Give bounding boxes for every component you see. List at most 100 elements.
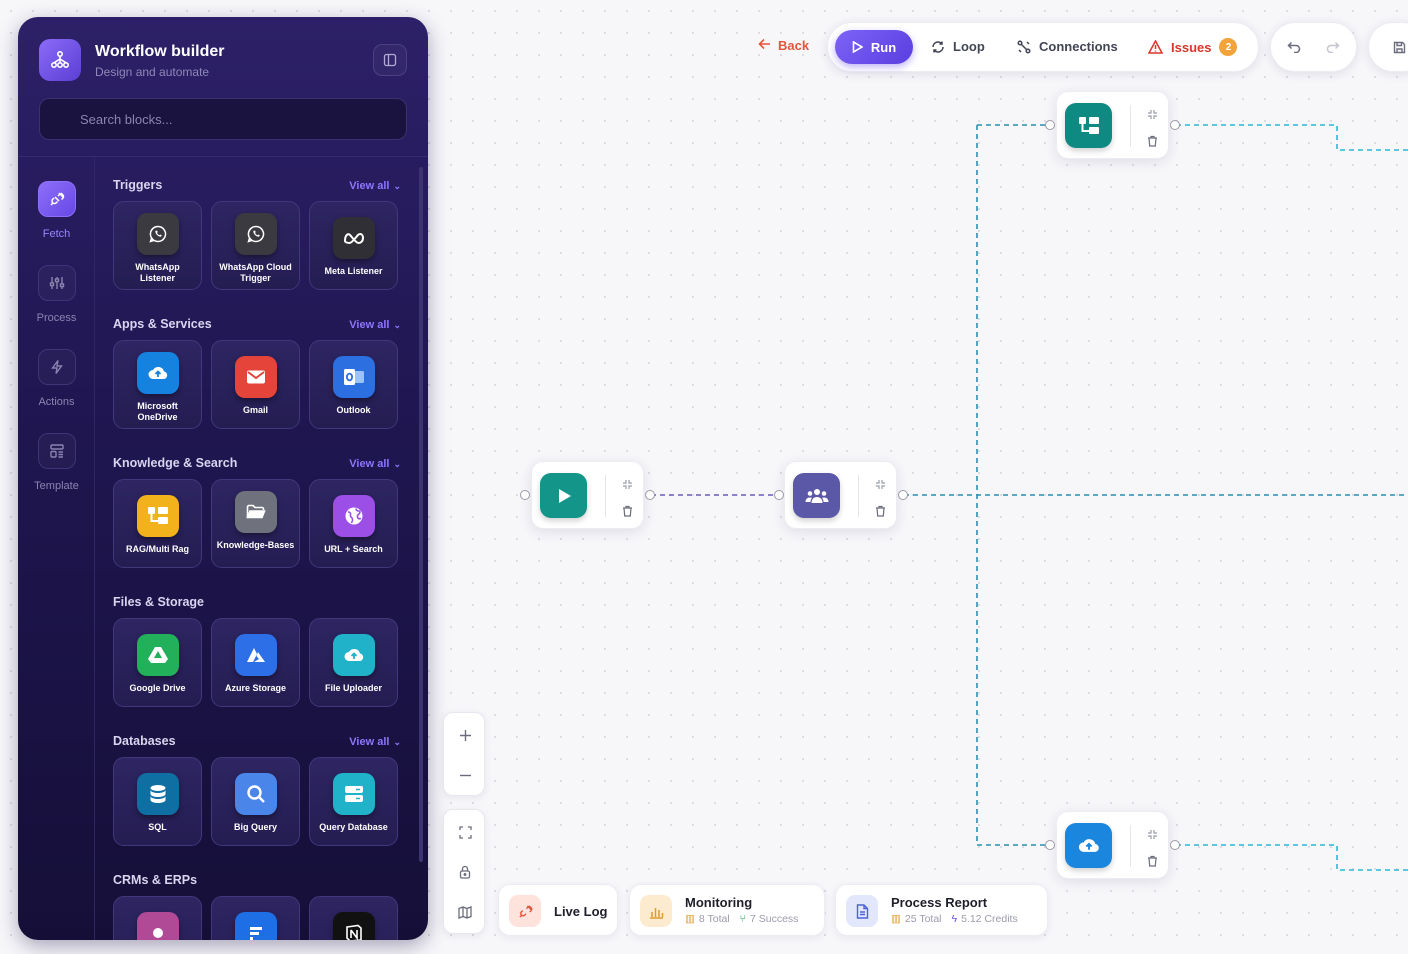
run-button[interactable]: Run (835, 30, 913, 64)
users-icon (793, 473, 840, 518)
node-divider (1130, 825, 1131, 867)
section-knowledge-search: Knowledge & Search View all ⌄ RAG/Multi R… (113, 454, 413, 568)
bar-chart-icon: ▥ (891, 913, 901, 925)
team-node-output-port[interactable] (898, 490, 908, 500)
rag-node-input-port[interactable] (1045, 120, 1055, 130)
block-card-query-database[interactable]: Query Database (309, 757, 398, 846)
rail-item-template[interactable]: Template (18, 433, 95, 503)
view-all-apps-link[interactable]: View all ⌄ (349, 319, 401, 331)
back-button[interactable]: Back (758, 38, 809, 53)
rag-icon (136, 495, 179, 537)
lock-canvas-button[interactable] (444, 852, 486, 892)
team-node-input-port[interactable] (774, 490, 784, 500)
rail-item-fetch[interactable]: Fetch (18, 181, 95, 251)
zoom-in-button[interactable] (444, 715, 486, 755)
start-node-input-port[interactable] (520, 490, 530, 500)
block-card-gmail[interactable]: Gmail (211, 340, 300, 429)
folder-icon (234, 491, 277, 533)
start-node[interactable] (531, 461, 644, 529)
card-label: Knowledge-Bases (216, 540, 295, 550)
rail-label: Process (36, 312, 77, 324)
rag-node[interactable] (1056, 91, 1169, 159)
upload-node-input-port[interactable] (1045, 840, 1055, 850)
block-card-google-drive[interactable]: Google Drive (113, 618, 202, 707)
rag-node-output-port[interactable] (1170, 120, 1180, 130)
live-log-card[interactable]: Live Log (498, 884, 618, 936)
trash-icon (622, 505, 632, 517)
block-card-azure-storage[interactable]: Azure Storage (211, 618, 300, 707)
onedrive-icon (136, 352, 179, 394)
loop-icon (932, 40, 944, 53)
rail-item-actions[interactable]: Actions (18, 349, 95, 419)
start-node-output-port[interactable] (645, 490, 655, 500)
gmail-icon (234, 356, 277, 398)
card-label: Google Drive (129, 683, 186, 693)
meta-icon (332, 217, 375, 259)
block-card-file-uploader[interactable]: File Uploader (309, 618, 398, 707)
notion-icon (332, 912, 375, 940)
collapse-node-button[interactable] (620, 477, 634, 491)
view-all-triggers-link[interactable]: View all ⌄ (349, 180, 401, 192)
globe-icon (332, 495, 375, 537)
view-all-databases-link[interactable]: View all ⌄ (349, 736, 401, 748)
block-card-notion[interactable] (309, 896, 398, 940)
process-report-card[interactable]: Process Report ▥ 25 Total ϟ 5.12 Credits (835, 884, 1048, 936)
upload-node[interactable] (1056, 811, 1169, 879)
block-card-knowledge-bases[interactable]: Knowledge-Bases (211, 479, 300, 568)
collapse-node-button[interactable] (1145, 107, 1159, 121)
issues-label: Issues (1171, 39, 1212, 55)
block-card-rag[interactable]: RAG/Multi Rag (113, 479, 202, 568)
trash-icon (1147, 855, 1157, 867)
block-card-url-search[interactable]: URL + Search (309, 479, 398, 568)
loop-button[interactable]: Loop (931, 39, 985, 54)
block-card-outlook[interactable]: Outlook (309, 340, 398, 429)
block-card-onedrive[interactable]: Microsoft OneDrive (113, 340, 202, 429)
collapse-node-button[interactable] (873, 477, 887, 491)
play-icon (540, 473, 587, 518)
minimize-icon (622, 479, 632, 489)
connections-button[interactable]: Connections (1017, 39, 1118, 54)
section-triggers: Triggers View all ⌄ WhatsApp Listener Wha… (113, 176, 413, 290)
azure-icon (234, 634, 277, 676)
fit-view-button[interactable] (444, 812, 486, 852)
upload-node-output-port[interactable] (1170, 840, 1180, 850)
block-card-meta-listener[interactable]: Meta Listener (309, 201, 398, 290)
monitoring-card[interactable]: Monitoring ▥ 8 Total ⑂ 7 Success (629, 884, 825, 936)
collapse-panel-button[interactable] (373, 44, 407, 76)
team-node[interactable] (784, 461, 897, 529)
block-card-crm[interactable] (113, 896, 202, 940)
block-card-erp[interactable] (211, 896, 300, 940)
redo-button[interactable] (1326, 40, 1340, 58)
save-button[interactable] (1393, 41, 1406, 59)
delete-node-button[interactable] (873, 504, 887, 518)
panel-header: Workflow builder Design and automate (18, 17, 428, 157)
cloud-upload-icon (1065, 823, 1112, 868)
minimap-button[interactable] (444, 892, 486, 932)
block-card-whatsapp-listener[interactable]: WhatsApp Listener (113, 201, 202, 290)
zoom-out-button[interactable] (444, 755, 486, 795)
delete-node-button[interactable] (1145, 854, 1159, 868)
issues-button[interactable]: Issues 2 (1148, 38, 1238, 56)
whatsapp-icon (136, 213, 179, 255)
card-label: RAG/Multi Rag (126, 544, 189, 554)
cloud-upload-icon (332, 634, 375, 676)
search-blocks-input[interactable] (39, 98, 407, 140)
card-label: Meta Listener (324, 266, 383, 276)
history-controls (1270, 22, 1357, 72)
undo-button[interactable] (1287, 40, 1301, 58)
panel-scrollbar[interactable] (419, 167, 423, 862)
minimize-icon (1147, 829, 1157, 839)
section-apps-services: Apps & Services View all ⌄ Microsoft OneD… (113, 315, 413, 429)
block-list: Triggers View all ⌄ WhatsApp Listener Wha… (113, 157, 413, 940)
rail-label: Template (34, 480, 79, 492)
view-all-knowledge-link[interactable]: View all ⌄ (349, 458, 401, 470)
delete-node-button[interactable] (620, 504, 634, 518)
collapse-node-button[interactable] (1145, 827, 1159, 841)
rail-item-process[interactable]: Process (18, 265, 95, 335)
chart-icon (640, 895, 672, 927)
block-card-big-query[interactable]: Big Query (211, 757, 300, 846)
loop-label: Loop (953, 39, 985, 54)
delete-node-button[interactable] (1145, 134, 1159, 148)
block-card-sql[interactable]: SQL (113, 757, 202, 846)
block-card-whatsapp-cloud-trigger[interactable]: WhatsApp Cloud Trigger (211, 201, 300, 290)
